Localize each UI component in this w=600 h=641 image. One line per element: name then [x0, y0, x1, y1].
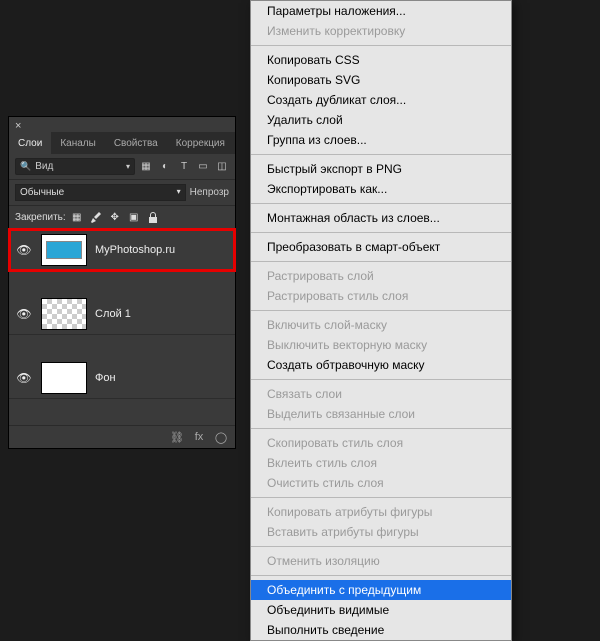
chevron-down-icon: ▾ [126, 162, 130, 171]
blend-row: Обычные ▾ Непрозр [9, 180, 235, 206]
menu-item[interactable]: Параметры наложения... [251, 1, 511, 21]
layer-context-menu: Параметры наложения...Изменить корректир… [250, 0, 512, 641]
menu-item[interactable]: Объединить видимые [251, 600, 511, 620]
lock-row: Закрепить: ▦ ✥ ▣ [9, 206, 235, 229]
search-icon: 🔍 [20, 161, 31, 172]
menu-separator [251, 546, 511, 547]
menu-item: Включить слой-маску [251, 315, 511, 335]
blend-mode-value: Обычные [20, 187, 64, 198]
menu-item[interactable]: Выполнить сведение [251, 620, 511, 640]
panel-empty-area [9, 399, 235, 425]
menu-separator [251, 261, 511, 262]
visibility-eye-icon[interactable]: 👁 [15, 307, 33, 321]
lock-move-icon[interactable]: ✥ [108, 210, 122, 224]
filter-icons: ▦ ◐ T ▭ ◫ [139, 160, 229, 174]
menu-item: Вклеить стиль слоя [251, 453, 511, 473]
menu-item: Скопировать стиль слоя [251, 433, 511, 453]
menu-item: Выделить связанные слои [251, 404, 511, 424]
layer-gap [9, 271, 235, 293]
menu-item[interactable]: Объединить с предыдущим [251, 580, 511, 600]
menu-item[interactable]: Создать дубликат слоя... [251, 90, 511, 110]
filter-smart-icon[interactable]: ◫ [215, 160, 229, 174]
filter-adjust-icon[interactable]: ◐ [158, 160, 172, 174]
menu-item: Связать слои [251, 384, 511, 404]
layer-row[interactable]: 👁 MyPhotoshop.ru [9, 229, 235, 271]
menu-item[interactable]: Удалить слой [251, 110, 511, 130]
menu-item: Растрировать стиль слоя [251, 286, 511, 306]
blend-mode-select[interactable]: Обычные ▾ [15, 184, 186, 201]
lock-artboard-icon[interactable]: ▣ [127, 210, 141, 224]
layer-row[interactable]: 👁 Фон [9, 357, 235, 399]
menu-separator [251, 203, 511, 204]
link-layers-icon[interactable]: ⛓ [169, 430, 185, 444]
layer-thumbnail[interactable] [41, 234, 87, 266]
menu-separator [251, 232, 511, 233]
layer-name-label[interactable]: MyPhotoshop.ru [95, 244, 175, 256]
filter-type-icon[interactable]: T [177, 160, 191, 174]
filter-pixel-icon[interactable]: ▦ [139, 160, 153, 174]
tab-adjustments[interactable]: Коррекция [167, 132, 234, 154]
opacity-label: Непрозр [190, 187, 229, 198]
menu-item: Отменить изоляцию [251, 551, 511, 571]
menu-separator [251, 310, 511, 311]
chevron-down-icon: ▾ [177, 187, 181, 196]
menu-item: Очистить стиль слоя [251, 473, 511, 493]
tab-channels[interactable]: Каналы [51, 132, 105, 154]
menu-item: Изменить корректировку [251, 21, 511, 41]
layers-panel: × Слои Каналы Свойства Коррекция 🔍 Вид ▾… [8, 116, 236, 449]
mask-icon[interactable]: ◯ [213, 430, 229, 444]
lock-all-icon[interactable] [146, 210, 160, 224]
lock-brush-icon[interactable] [89, 210, 103, 224]
menu-item[interactable]: Экспортировать как... [251, 179, 511, 199]
layer-thumbnail[interactable] [41, 298, 87, 330]
panel-footer: ⛓ fx ◯ [9, 425, 235, 448]
fx-icon[interactable]: fx [191, 430, 207, 444]
menu-item: Вставить атрибуты фигуры [251, 522, 511, 542]
menu-item[interactable]: Копировать CSS [251, 50, 511, 70]
layer-name-label[interactable]: Слой 1 [95, 308, 131, 320]
lock-transparency-icon[interactable]: ▦ [70, 210, 84, 224]
panel-close-button[interactable]: × [9, 117, 235, 132]
menu-item[interactable]: Создать обтравочную маску [251, 355, 511, 375]
menu-separator [251, 497, 511, 498]
menu-item[interactable]: Быстрый экспорт в PNG [251, 159, 511, 179]
layer-gap [9, 335, 235, 357]
layers-list: 👁 MyPhotoshop.ru 👁 Слой 1 👁 Фон [9, 229, 235, 399]
menu-item[interactable]: Монтажная область из слоев... [251, 208, 511, 228]
visibility-eye-icon[interactable]: 👁 [15, 371, 33, 385]
filter-row: 🔍 Вид ▾ ▦ ◐ T ▭ ◫ [9, 154, 235, 180]
menu-item: Выключить векторную маску [251, 335, 511, 355]
tab-layers[interactable]: Слои [9, 132, 51, 154]
menu-item: Растрировать слой [251, 266, 511, 286]
tab-properties[interactable]: Свойства [105, 132, 167, 154]
layer-filter-select[interactable]: 🔍 Вид ▾ [15, 158, 135, 175]
panel-tabs: Слои Каналы Свойства Коррекция [9, 132, 235, 154]
menu-separator [251, 428, 511, 429]
filter-shape-icon[interactable]: ▭ [196, 160, 210, 174]
layer-thumbnail[interactable] [41, 362, 87, 394]
menu-item: Копировать атрибуты фигуры [251, 502, 511, 522]
filter-label: Вид [35, 161, 53, 172]
menu-separator [251, 45, 511, 46]
layer-row[interactable]: 👁 Слой 1 [9, 293, 235, 335]
layer-name-label[interactable]: Фон [95, 372, 116, 384]
visibility-eye-icon[interactable]: 👁 [15, 243, 33, 257]
menu-item[interactable]: Копировать SVG [251, 70, 511, 90]
menu-separator [251, 575, 511, 576]
menu-separator [251, 379, 511, 380]
menu-item[interactable]: Преобразовать в смарт-объект [251, 237, 511, 257]
lock-label: Закрепить: [15, 212, 66, 223]
menu-separator [251, 154, 511, 155]
menu-item[interactable]: Группа из слоев... [251, 130, 511, 150]
